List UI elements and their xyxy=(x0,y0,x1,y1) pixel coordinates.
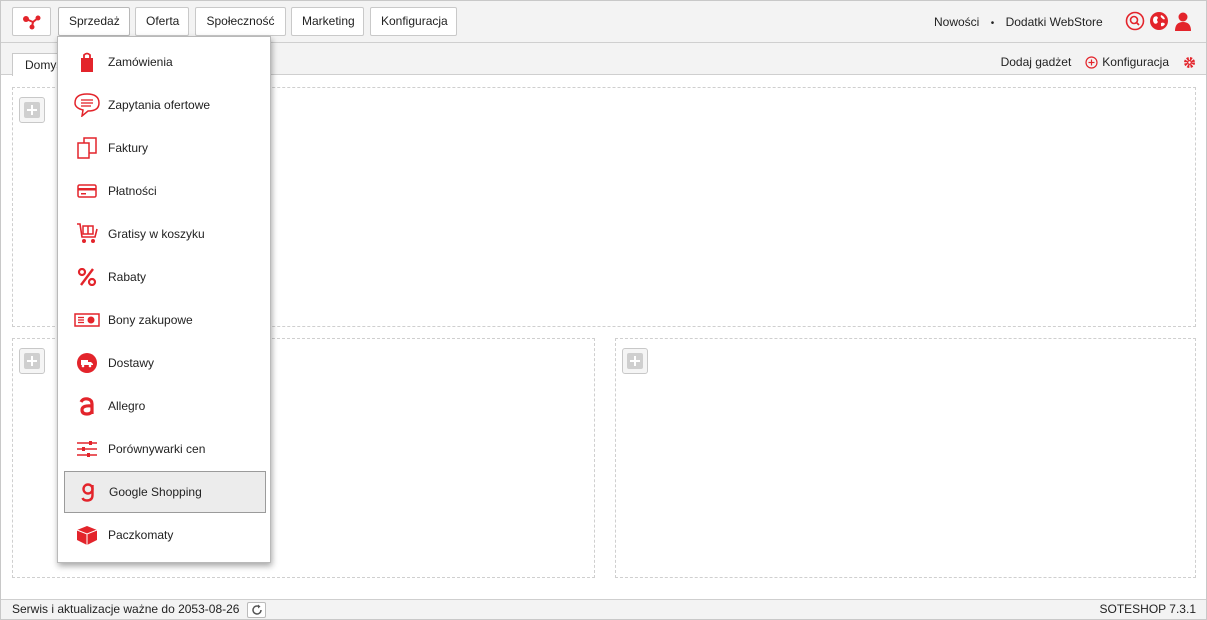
refresh-button[interactable] xyxy=(247,602,266,618)
add-gadget-link[interactable]: Dodaj gadżet xyxy=(1001,55,1072,69)
top-icons xyxy=(1125,11,1193,31)
add-gadget-button[interactable] xyxy=(622,348,648,374)
credit-card-icon xyxy=(72,179,102,203)
nav-marketing[interactable]: Marketing xyxy=(291,7,364,36)
footer: Serwis i aktualizacje ważne do 2053-08-2… xyxy=(1,599,1206,619)
service-status: Serwis i aktualizacje ważne do 2053-08-2… xyxy=(12,602,240,616)
search-icon[interactable] xyxy=(1125,11,1145,31)
top-links: Nowości • Dodatki WebStore xyxy=(934,15,1103,29)
parcel-locker-icon xyxy=(72,523,102,547)
news-link[interactable]: Nowości xyxy=(934,15,979,29)
menu-item-allegro[interactable]: Allegro xyxy=(64,385,266,427)
logo-button[interactable] xyxy=(12,7,51,36)
logo-icon xyxy=(22,15,40,29)
plus-icon xyxy=(627,353,643,369)
menu-item-dostawy[interactable]: Dostawy xyxy=(64,342,266,384)
allegro-icon xyxy=(72,394,102,418)
nav-sprzedaz[interactable]: Sprzedaż xyxy=(58,7,130,36)
plus-icon xyxy=(24,102,40,118)
nav-oferta[interactable]: Oferta xyxy=(135,7,189,36)
menu-item-platnosci[interactable]: Płatności xyxy=(64,170,266,212)
globe-icon[interactable] xyxy=(1149,11,1169,31)
menu-item-google-shopping[interactable]: Google Shopping xyxy=(64,471,266,513)
nav-konfiguracja[interactable]: Konfiguracja xyxy=(370,7,457,36)
menu-item-zapytania[interactable]: Zapytania ofertowe xyxy=(64,84,266,126)
plus-icon xyxy=(24,353,40,369)
user-icon[interactable] xyxy=(1173,11,1193,31)
tab-domyslny[interactable]: Domyślny xyxy=(12,53,62,76)
refresh-icon xyxy=(251,604,262,615)
menu-item-bony[interactable]: Bony zakupowe xyxy=(64,299,266,341)
delivery-globe-icon xyxy=(72,351,102,375)
menu-item-porownywarki[interactable]: Porównywarki cen xyxy=(64,428,266,470)
documents-icon xyxy=(72,136,102,160)
webstore-link[interactable]: Dodatki WebStore xyxy=(1006,15,1103,29)
menu-item-gratisy[interactable]: Gratisy w koszyku xyxy=(64,213,266,255)
gadget-zone-right xyxy=(615,338,1196,578)
sprzedaz-dropdown: Zamówienia Zapytania ofertowe Faktury Pł… xyxy=(57,36,271,563)
shopping-bag-icon xyxy=(72,50,102,74)
add-gadget-button[interactable] xyxy=(19,348,45,374)
add-gadget-button[interactable] xyxy=(19,97,45,123)
sliders-icon xyxy=(72,437,102,461)
menu-item-paczkomaty[interactable]: Paczkomaty xyxy=(64,514,266,556)
voucher-icon xyxy=(72,308,102,332)
nav-spolecznosc[interactable]: Społeczność xyxy=(195,7,286,36)
chat-bubble-icon xyxy=(72,93,102,117)
google-shopping-icon xyxy=(73,480,103,504)
version-label: SOTESHOP 7.3.1 xyxy=(1099,602,1197,616)
add-circle-icon[interactable] xyxy=(1085,55,1098,69)
config-link[interactable]: Konfiguracja xyxy=(1102,55,1169,69)
dashboard-actions: Dodaj gadżet Konfiguracja xyxy=(1001,55,1196,69)
gear-icon[interactable] xyxy=(1183,56,1196,69)
menu-item-zamowienia[interactable]: Zamówienia xyxy=(64,41,266,83)
menu-item-faktury[interactable]: Faktury xyxy=(64,127,266,169)
link-separator: • xyxy=(990,18,995,29)
menu-item-rabaty[interactable]: Rabaty xyxy=(64,256,266,298)
gift-cart-icon xyxy=(72,222,102,246)
percent-icon xyxy=(72,265,102,289)
